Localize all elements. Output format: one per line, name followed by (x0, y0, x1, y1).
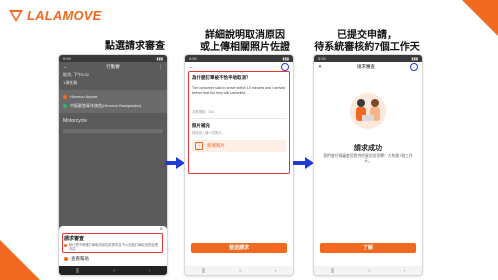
add-photo-label: 新增照片 (207, 143, 225, 149)
system-nav-bar: ||| ○ ‹ (59, 266, 167, 275)
success-description: 我們會仔細審查您提供的資訊並答覆！大約需7個工作天。 (323, 154, 413, 163)
status-bar: 5:59 ▮▮▮ (185, 55, 293, 62)
request-review-desc: 就什麼不明確訂單取消原因或異常並予以自動訂單取消的處理內容 (68, 243, 158, 251)
close-icon[interactable]: ✕ (318, 64, 322, 70)
vehicle-label: Motorcycle (63, 118, 88, 124)
back-nav-icon[interactable]: ‹ (149, 268, 151, 274)
step2-caption: 詳細說明取消原因 或上傳相關照片佐證 (190, 30, 300, 54)
request-review-title: 請求審查 (64, 236, 85, 242)
back-nav-icon[interactable]: ‹ (404, 268, 406, 274)
add-photo-button[interactable]: + 新增照片 (192, 140, 286, 153)
request-review-option[interactable]: 請求審查 就什麼不明確訂單取消原因或異常並予以自動訂單取消的處理內容 (64, 235, 160, 251)
back-icon[interactable]: ← (189, 64, 194, 69)
phone-screen-2: 5:59 ▮▮▮ ← 為什麼訂單被不恰平地取消？ The customer sa… (184, 54, 294, 276)
reason-textarea[interactable]: The customer said to arrive within 15 mi… (192, 86, 286, 95)
help-label: 查看幫助 (71, 256, 89, 261)
support-avatar-icon[interactable] (281, 62, 289, 71)
top-nav: ← (185, 62, 293, 71)
recent-apps-icon[interactable]: ||| (76, 268, 80, 274)
brand-logo: LALAMOVE (8, 8, 102, 23)
back-icon[interactable]: ← (63, 64, 68, 69)
support-agents-illustration (350, 93, 386, 129)
stop-label: Hinxeon Airport (70, 94, 98, 99)
step1-caption: 點選請求審查 (75, 41, 195, 53)
status-time: 5:59 (189, 56, 197, 61)
stop-dropoff: 中區歐陸青年旅舍(Hinxeon Backpacker) (59, 101, 167, 111)
photo-section-title: 照片補充 (192, 123, 210, 129)
reason-form: 為什麼訂單被不恰平地取消？ The customer said to arriv… (192, 75, 286, 153)
step1-caption-line: 點選請求審查 (105, 41, 165, 52)
home-icon[interactable]: ○ (239, 268, 242, 274)
help-icon (64, 257, 68, 261)
system-nav-bar: ||| ○ ‹ (185, 266, 293, 275)
step3-caption-line1: 已提交申請， (337, 30, 397, 41)
step2-caption-line1: 詳細說明取消原因 (205, 30, 285, 41)
placeholder-row (63, 129, 163, 133)
success-title: 請求成功 (354, 145, 382, 152)
pickup-dot-icon (63, 94, 67, 99)
phone-screen-3: 5:59 ▮▮▮ ✕ 請求審查 請求成功 我們會仔細審查您提供的資訊並答覆！大約… (313, 54, 423, 276)
status-time: 5:59 (318, 56, 326, 61)
dropoff-dot-icon (63, 104, 67, 108)
status-bar: 5:59 ▮▮▮ (59, 55, 167, 62)
recent-apps-icon[interactable]: ||| (202, 268, 206, 274)
route-card: Hinxeon Airport 中區歐陸青年旅舍(Hinxeon Backpac… (59, 90, 167, 113)
divider (192, 118, 286, 120)
status-bar: 5:59 ▮▮▮ (314, 55, 422, 62)
more-icon[interactable]: ⋮ (159, 64, 164, 70)
top-nav: ✕ 請求審查 (314, 62, 422, 71)
signal-icon: ▮▮▮ (411, 56, 418, 61)
support-avatar-icon[interactable] (410, 62, 418, 71)
brand-name: LALAMOVE (27, 8, 102, 23)
signal-icon: ▮▮▮ (282, 56, 289, 61)
signal-icon: ▮▮▮ (156, 56, 163, 61)
order-sub: 1項任務 (63, 80, 78, 85)
reason-question: 為什麼訂單被不恰平地取消？ (192, 75, 251, 80)
lalamove-logo-icon (9, 9, 23, 22)
home-icon[interactable]: ○ (368, 268, 371, 274)
photo-hint: 拍攝或上傳人員照片。 (192, 131, 225, 136)
bottom-sheet: × 請求審查 就什麼不明確訂單取消原因或異常並予以自動訂單取消的處理內容 查看幫… (59, 226, 167, 266)
system-nav-bar: ||| ○ ‹ (314, 266, 422, 275)
phone-screen-1: 5:59 ▮▮▮ ← 行動審 ⋮ 取消, 下午5:32 1項任務 Hinxeon… (58, 54, 168, 276)
recent-apps-icon[interactable]: ||| (331, 268, 335, 274)
char-count: 字數限制：304 (192, 110, 214, 115)
camera-icon: + (195, 142, 203, 151)
stop-pickup: Hinxeon Airport (59, 92, 167, 101)
corner-decoration-bottom-left (0, 240, 40, 280)
top-nav: ← 行動審 ⋮ (59, 62, 167, 71)
step2-caption-line2: 或上傳相關照片佐證 (200, 42, 290, 53)
back-nav-icon[interactable]: ‹ (275, 268, 277, 274)
screen-title: 行動審 (106, 63, 120, 69)
submit-request-button[interactable]: 發送請求 (191, 243, 287, 253)
acknowledge-button[interactable]: 了解 (320, 243, 416, 253)
home-icon[interactable]: ○ (113, 268, 116, 274)
status-time: 5:59 (63, 56, 71, 61)
screen-title: 請求審查 (356, 63, 375, 69)
order-time: 取消, 下午5:32 (63, 72, 90, 77)
step3-caption: 已提交申請， 待系統審核約7個工作天 (302, 30, 432, 54)
corner-decoration-top-right (462, 0, 498, 36)
stop-label: 中區歐陸青年旅舍(Hinxeon Backpacker) (70, 103, 142, 108)
help-option[interactable]: 查看幫助 (64, 256, 89, 262)
info-icon (64, 244, 67, 247)
step3-caption-line2: 待系統審核約7個工作天 (314, 42, 420, 53)
